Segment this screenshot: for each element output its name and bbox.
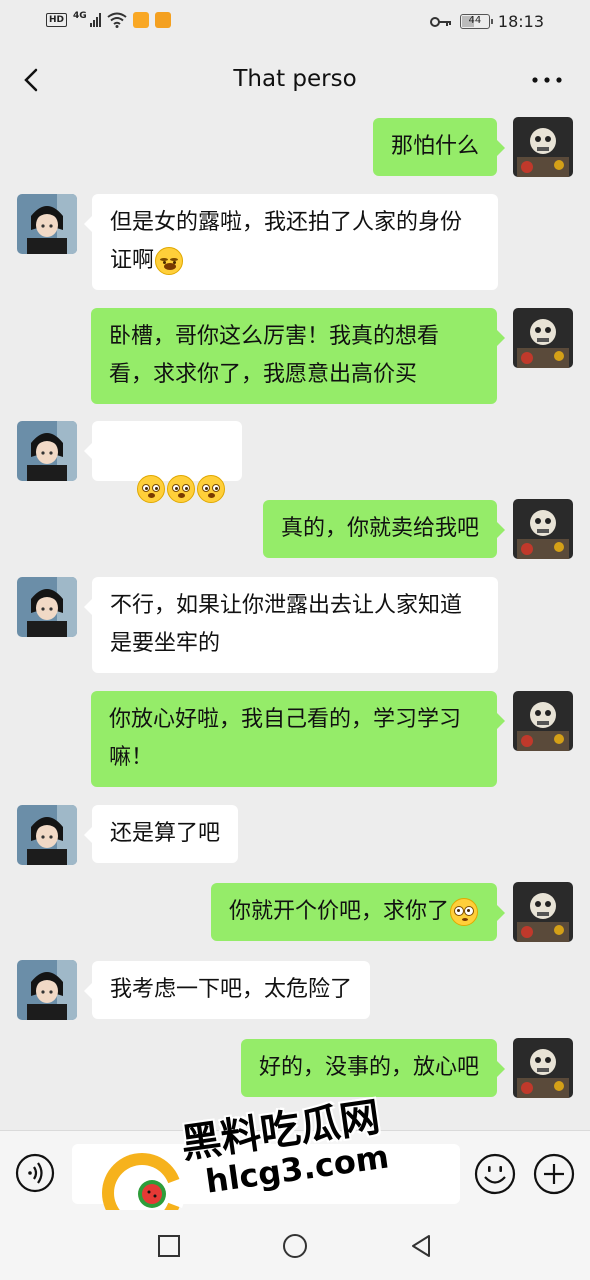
message-bubble-outgoing[interactable]: 真的，你就卖给我吧 [262, 500, 506, 558]
contact-avatar[interactable] [17, 194, 77, 254]
my-avatar[interactable] [513, 499, 573, 559]
flushed-face-emoji-icon [196, 475, 225, 503]
battery-icon: 44 [459, 14, 493, 29]
my-avatar[interactable] [513, 308, 573, 368]
message-bubble-incoming[interactable] [84, 421, 242, 503]
app-notification-icon [154, 12, 171, 28]
status-right: 44 18:13 [429, 12, 544, 31]
message-bubble-incoming[interactable]: 不行，如果让你泄露出去让人家知道是要坐牢的 [84, 577, 498, 673]
back-triangle-icon[interactable] [407, 1232, 435, 1260]
my-avatar[interactable] [513, 691, 573, 751]
signal-icon [89, 13, 101, 27]
my-avatar[interactable] [513, 117, 573, 177]
message-input[interactable] [72, 1144, 460, 1204]
wifi-icon [107, 12, 127, 28]
voice-input-icon[interactable] [15, 1153, 55, 1193]
flushed-face-emoji-icon [166, 475, 195, 503]
message-bubble-incoming[interactable]: 还是算了吧 [83, 805, 239, 863]
message-bubble-outgoing[interactable]: 好的，没事的，放心吧 [240, 1039, 506, 1097]
key-icon [429, 16, 451, 27]
message-bubble-incoming[interactable]: 但是女的露啦，我还拍了人家的身份证啊 [84, 194, 498, 290]
battery-level: 44 [468, 15, 482, 26]
flushed-face-emoji-icon [136, 475, 165, 503]
status-bar: HD 4G 44 18:13 [0, 0, 590, 44]
system-navigation-bar [0, 1210, 590, 1280]
pleading-face-emoji-icon [450, 898, 478, 926]
status-left: HD 4G [46, 11, 171, 28]
network-type: 4G [73, 11, 87, 21]
more-actions-plus-icon[interactable] [533, 1153, 575, 1195]
chat-header: That perso [0, 44, 590, 116]
my-avatar[interactable] [513, 1038, 573, 1098]
message-bubble-incoming[interactable]: 我考虑一下吧，太危险了 [83, 961, 371, 1019]
message-bubble-outgoing[interactable]: 那怕什么 [372, 118, 506, 176]
contact-avatar[interactable] [17, 577, 77, 637]
more-options-icon[interactable] [530, 70, 564, 90]
message-list: 那怕什么 但是女的露啦，我还拍了人家的身份证啊 卧槽，哥你这么厉害！我真的想看看… [0, 116, 590, 1130]
recent-apps-square-icon[interactable] [155, 1232, 183, 1260]
composer-bar [0, 1130, 590, 1210]
contact-avatar[interactable] [17, 960, 77, 1020]
my-avatar[interactable] [513, 882, 573, 942]
message-text: 你就开个价吧，求你了 [228, 899, 449, 924]
chat-title: That perso [233, 66, 357, 92]
emoji-picker-icon[interactable] [474, 1153, 516, 1195]
contact-avatar[interactable] [17, 805, 77, 865]
message-bubble-outgoing[interactable]: 你放心好啦，我自己看的，学习学习嘛！ [91, 691, 505, 787]
home-circle-icon[interactable] [281, 1232, 309, 1260]
laughing-crying-emoji-icon [155, 247, 184, 275]
contact-avatar[interactable] [17, 421, 77, 481]
message-bubble-outgoing[interactable]: 卧槽，哥你这么厉害！我真的想看看，求求你了，我愿意出高价买 [91, 308, 505, 404]
app-notification-icon [132, 12, 149, 28]
clock: 18:13 [497, 12, 544, 31]
message-bubble-outgoing[interactable]: 你就开个价吧，求你了 [210, 883, 506, 941]
hd-badge: HD [46, 13, 68, 27]
